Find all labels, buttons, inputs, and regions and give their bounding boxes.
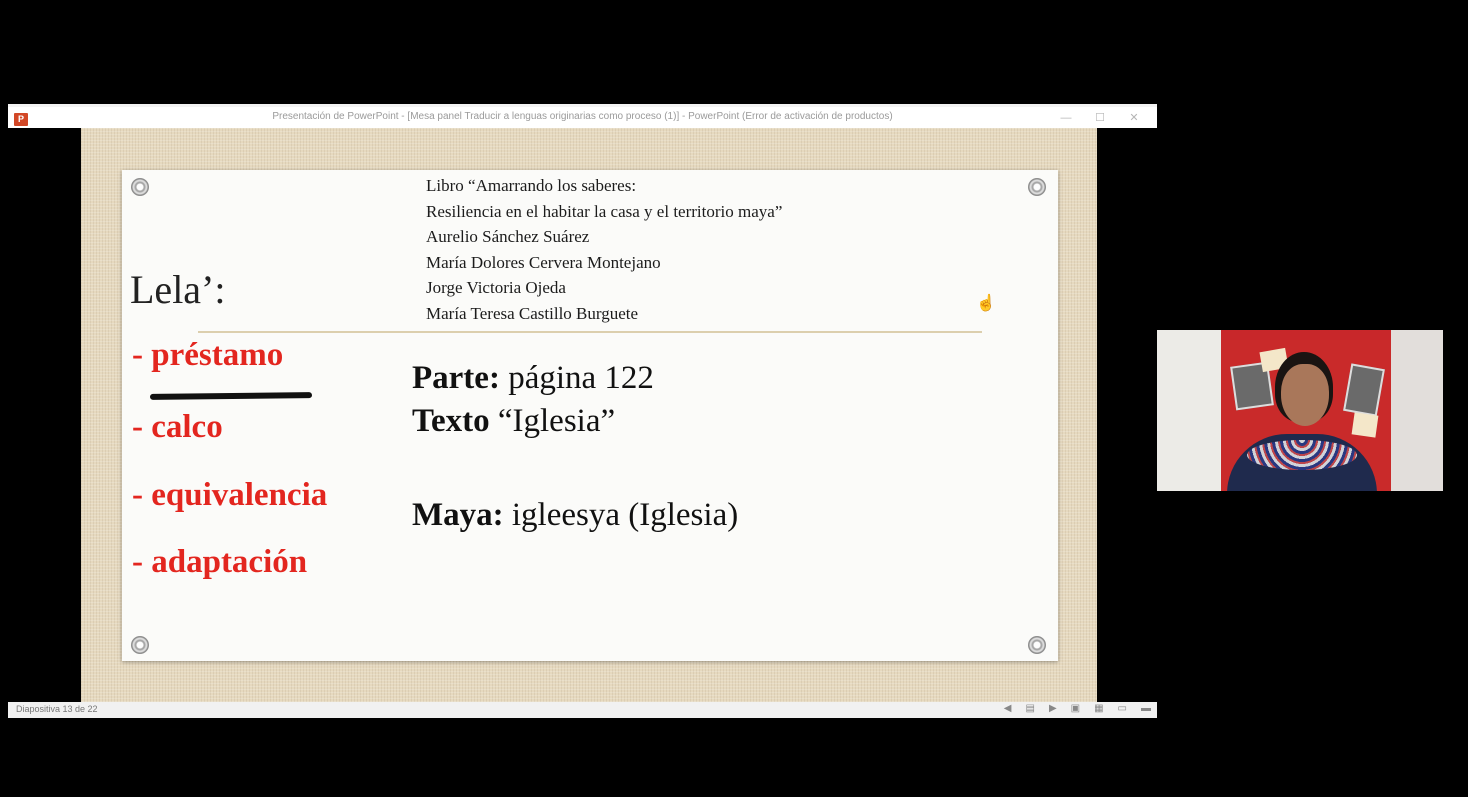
credit-line: Jorge Victoria Ojeda: [426, 278, 566, 297]
slide[interactable]: Libro “Amarrando los saberes: Resilienci…: [81, 128, 1097, 702]
texto-label: Texto: [412, 403, 490, 439]
term-adaptacion: - adaptación: [132, 544, 308, 580]
webcam-wall-left: [1157, 330, 1221, 491]
maya-value: igleesya (Iglesia): [503, 497, 739, 533]
close-button[interactable]: ✕: [1117, 109, 1151, 127]
slide-paper: Libro “Amarrando los saberes: Resilienci…: [122, 170, 1058, 661]
webcam-video: [1157, 330, 1443, 491]
restore-button[interactable]: ☐: [1083, 109, 1117, 127]
minimize-button[interactable]: —: [1049, 109, 1083, 127]
powerpoint-window: P Presentación de PowerPoint - [Mesa pan…: [8, 104, 1157, 718]
grommet-icon: [1028, 178, 1046, 196]
credit-line: María Dolores Cervera Montejano: [426, 252, 661, 272]
credit-line: Resiliencia en el habitar la casa y el t…: [426, 201, 783, 221]
credit-line: María Teresa Castillo Burguete: [426, 303, 639, 323]
webcam-person-collar: [1247, 440, 1357, 470]
window-controls: — ☐ ✕: [1049, 109, 1151, 127]
slide-canvas: Libro “Amarrando los saberes: Resilienci…: [8, 128, 1157, 702]
webcam-person-face: [1281, 364, 1329, 426]
grommet-icon: [1028, 636, 1046, 654]
term-prestamo: - préstamo: [132, 337, 284, 373]
notes-icon[interactable]: ▤: [1025, 703, 1034, 714]
slide-sorter-icon[interactable]: ▦: [1094, 703, 1103, 714]
view-controls: ◀ ▤ ▶ ▣ ▦ ▭ ▬: [1004, 703, 1151, 714]
slide-counter: Diapositiva 13 de 22: [16, 704, 98, 714]
detail-texto: Texto “Iglesia”: [412, 403, 615, 440]
hand-cursor-icon: ☝: [976, 295, 996, 312]
reading-view-icon[interactable]: ▭: [1118, 703, 1127, 714]
webcam-card: [1351, 412, 1379, 438]
detail-maya: Maya: igleesya (Iglesia): [412, 497, 738, 534]
detail-parte: Parte: página 122: [412, 360, 654, 397]
texto-value: “Iglesia”: [489, 403, 616, 439]
credit-line: Libro “Amarrando los saberes:: [426, 176, 637, 195]
book-credits: Libro “Amarrando los saberes: Resilienci…: [426, 173, 782, 326]
divider: [198, 331, 982, 333]
normal-view-icon[interactable]: ▣: [1071, 703, 1080, 714]
parte-label: Parte:: [412, 360, 500, 396]
title-bar: P Presentación de PowerPoint - [Mesa pan…: [8, 104, 1157, 128]
webcam-wall-right: [1391, 330, 1443, 491]
grommet-icon: [131, 636, 149, 654]
grommet-icon: [131, 178, 149, 196]
prev-icon[interactable]: ◀: [1004, 703, 1012, 714]
status-bar: Diapositiva 13 de 22 ◀ ▤ ▶ ▣ ▦ ▭ ▬: [8, 702, 1157, 718]
slide-heading: Lela’:: [130, 267, 226, 312]
term-calco: - calco: [132, 409, 223, 445]
credit-line: Aurelio Sánchez Suárez: [426, 227, 590, 246]
slideshow-icon[interactable]: ▬: [1141, 703, 1151, 714]
term-equivalencia: - equivalencia: [132, 477, 328, 513]
underline-mark: [149, 392, 313, 400]
window-title: Presentación de PowerPoint - [Mesa panel…: [272, 111, 893, 122]
next-icon[interactable]: ▶: [1049, 703, 1057, 714]
parte-value: página 122: [499, 360, 654, 396]
maya-label: Maya:: [412, 497, 504, 533]
